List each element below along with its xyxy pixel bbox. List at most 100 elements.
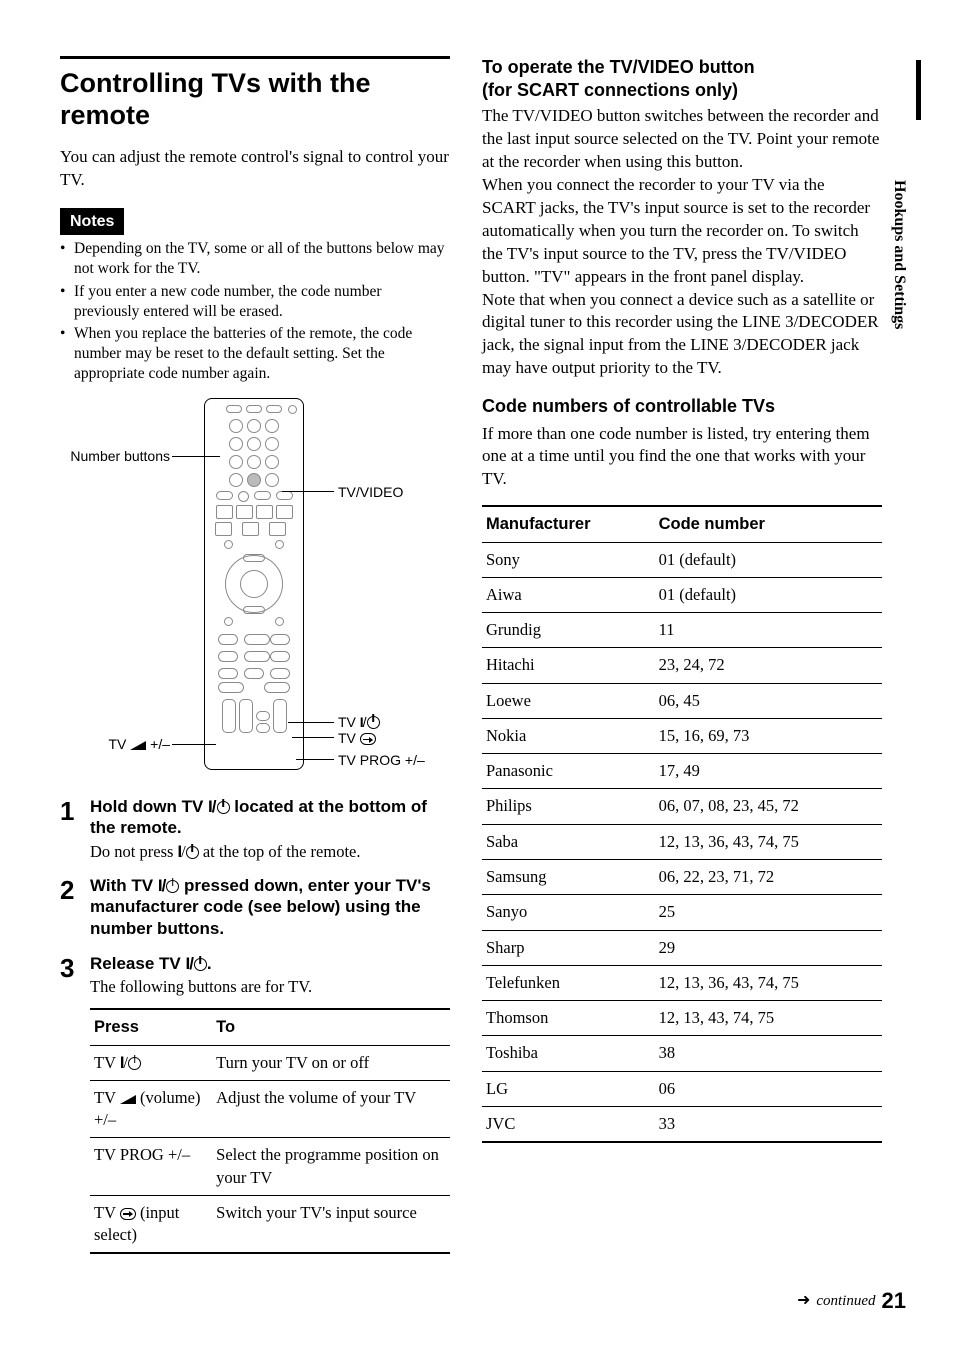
input-icon	[120, 1208, 136, 1220]
code-manufacturer: Telefunken	[482, 965, 655, 1000]
lead-line	[282, 491, 334, 492]
step-number: 3	[60, 953, 90, 1255]
remote-diagram: Number buttons TV/VIDEO TV I/ TV TV PROG…	[60, 398, 430, 778]
page-number: 21	[882, 1286, 906, 1316]
step-3: 3 Release TV I/. The following buttons a…	[60, 953, 450, 1255]
code-manufacturer: Grundig	[482, 613, 655, 648]
input-icon	[360, 733, 376, 745]
fn-to: Select the programme position on your TV	[212, 1138, 450, 1196]
code-manufacturer: JVC	[482, 1106, 655, 1142]
remote-body	[204, 398, 304, 770]
table-row: TV PROG +/– Select the programme positio…	[90, 1138, 450, 1196]
code-manufacturer: Panasonic	[482, 754, 655, 789]
fn-to: Switch your TV's input source	[212, 1195, 450, 1253]
section-title: Controlling TVs with the remote	[60, 67, 450, 132]
step-heading: With TV I/ pressed down, enter your TV's…	[90, 875, 450, 939]
code-number: 15, 16, 69, 73	[655, 718, 882, 753]
callout-tv-video: TV/VIDEO	[338, 484, 403, 501]
code-manufacturer: Sanyo	[482, 895, 655, 930]
notes-badge: Notes	[60, 208, 124, 236]
callout-tv-prog: TV PROG +/–	[338, 752, 425, 769]
table-row: Grundig11	[482, 613, 882, 648]
code-manufacturer: Samsung	[482, 860, 655, 895]
code-number: 38	[655, 1036, 882, 1071]
left-column: Controlling TVs with the remote You can …	[60, 56, 450, 1266]
code-number: 29	[655, 930, 882, 965]
code-number: 12, 13, 43, 74, 75	[655, 1001, 882, 1036]
step-heading: Release TV I/.	[90, 953, 450, 974]
power-icon	[186, 846, 199, 859]
table-row: Toshiba38	[482, 1036, 882, 1071]
code-number: 23, 24, 72	[655, 648, 882, 683]
fn-to: Turn your TV on or off	[212, 1045, 450, 1080]
code-manufacturer: Aiwa	[482, 577, 655, 612]
code-number: 12, 13, 36, 43, 74, 75	[655, 824, 882, 859]
table-row: Hitachi23, 24, 72	[482, 648, 882, 683]
table-row: JVC33	[482, 1106, 882, 1142]
step-subtext: The following buttons are for TV.	[90, 976, 450, 998]
callout-tv-power: TV I/	[338, 714, 380, 731]
fn-header-press: Press	[90, 1009, 212, 1045]
table-row: Telefunken12, 13, 36, 43, 74, 75	[482, 965, 882, 1000]
fn-to: Adjust the volume of your TV	[212, 1080, 450, 1138]
content-columns: Controlling TVs with the remote You can …	[60, 56, 906, 1266]
code-manufacturer: Sharp	[482, 930, 655, 965]
table-row: Thomson12, 13, 43, 74, 75	[482, 1001, 882, 1036]
code-number: 11	[655, 613, 882, 648]
body-text: When you connect the recorder to your TV…	[482, 174, 882, 289]
callout-number-buttons: Number buttons	[60, 448, 170, 465]
fn-header-to: To	[212, 1009, 450, 1045]
code-number: 25	[655, 895, 882, 930]
body-text: Note that when you connect a device such…	[482, 289, 882, 381]
table-row: Samsung06, 22, 23, 71, 72	[482, 860, 882, 895]
table-row: Sharp29	[482, 930, 882, 965]
code-manufacturer: Sony	[482, 542, 655, 577]
right-column: To operate the TV/VIDEO button(for SCART…	[482, 56, 882, 1266]
code-manufacturer: Philips	[482, 789, 655, 824]
code-manufacturer: Loewe	[482, 683, 655, 718]
step-2: 2 With TV I/ pressed down, enter your TV…	[60, 875, 450, 941]
code-number: 33	[655, 1106, 882, 1142]
code-number: 06	[655, 1071, 882, 1106]
note-item: If you enter a new code number, the code…	[60, 282, 450, 322]
code-manufacturer: Saba	[482, 824, 655, 859]
power-icon	[194, 958, 207, 971]
body-text: The TV/VIDEO button switches between the…	[482, 105, 882, 174]
callout-tv-input: TV	[338, 730, 376, 747]
page-footer: ➜ continued 21	[797, 1286, 906, 1316]
table-row: LG06	[482, 1071, 882, 1106]
volume-icon	[130, 741, 146, 750]
body-text: If more than one code number is listed, …	[482, 423, 882, 492]
fn-press: TV (volume) +/–	[90, 1080, 212, 1138]
note-item: When you replace the batteries of the re…	[60, 324, 450, 384]
power-icon	[128, 1057, 141, 1070]
lead-line	[288, 722, 334, 723]
fn-press: TV PROG +/–	[90, 1138, 212, 1196]
code-manufacturer: Hitachi	[482, 648, 655, 683]
table-row: Philips06, 07, 08, 23, 45, 72	[482, 789, 882, 824]
table-row: Aiwa01 (default)	[482, 577, 882, 612]
section-rule	[60, 56, 450, 59]
fn-press: TV I/	[90, 1045, 212, 1080]
code-table: Manufacturer Code number Sony01 (default…	[482, 505, 882, 1143]
code-manufacturer: Thomson	[482, 1001, 655, 1036]
code-number: 12, 13, 36, 43, 74, 75	[655, 965, 882, 1000]
continued-arrow-icon: ➜	[797, 1290, 810, 1312]
volume-icon	[120, 1095, 136, 1104]
table-row: TV I/ Turn your TV on or off	[90, 1045, 450, 1080]
intro-text: You can adjust the remote control's sign…	[60, 146, 450, 192]
step-number: 1	[60, 796, 90, 863]
table-row: Panasonic17, 49	[482, 754, 882, 789]
power-icon	[166, 880, 179, 893]
step-subtext: Do not press I/ at the top of the remote…	[90, 841, 450, 863]
table-row: TV (volume) +/– Adjust the volume of you…	[90, 1080, 450, 1138]
side-tab: Hookups and Settings	[888, 180, 910, 329]
table-row: Sony01 (default)	[482, 542, 882, 577]
side-marker	[916, 60, 921, 120]
code-header-number: Code number	[655, 506, 882, 542]
lead-line	[296, 759, 334, 760]
power-icon	[217, 801, 230, 814]
table-row: Sanyo25	[482, 895, 882, 930]
lead-line	[172, 744, 216, 745]
code-number: 06, 22, 23, 71, 72	[655, 860, 882, 895]
